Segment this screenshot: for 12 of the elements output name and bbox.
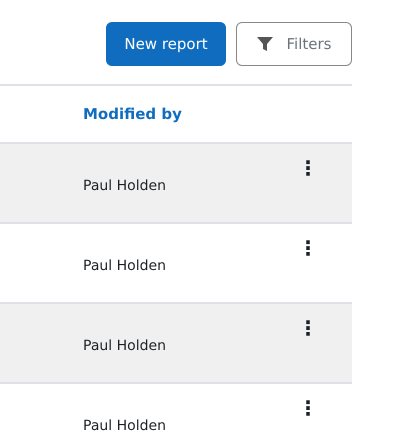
filter-icon — [256, 37, 273, 51]
filters-button[interactable]: Filters — [236, 22, 352, 66]
more-menu-button[interactable]: ⋮ — [294, 318, 322, 338]
table-cell: Paul Holden — [83, 258, 166, 274]
more-menu-button[interactable]: ⋮ — [294, 238, 322, 258]
new-report-button[interactable]: New report — [106, 22, 226, 66]
more-menu-button[interactable]: ⋮ — [294, 158, 322, 178]
table-cell: Paul Holden — [83, 338, 166, 354]
table-cell: Paul Holden — [83, 418, 166, 434]
more-menu-button[interactable]: ⋮ — [294, 398, 322, 418]
table-cell: Paul Holden — [83, 178, 166, 194]
column-header[interactable]: Modified by — [83, 105, 182, 123]
